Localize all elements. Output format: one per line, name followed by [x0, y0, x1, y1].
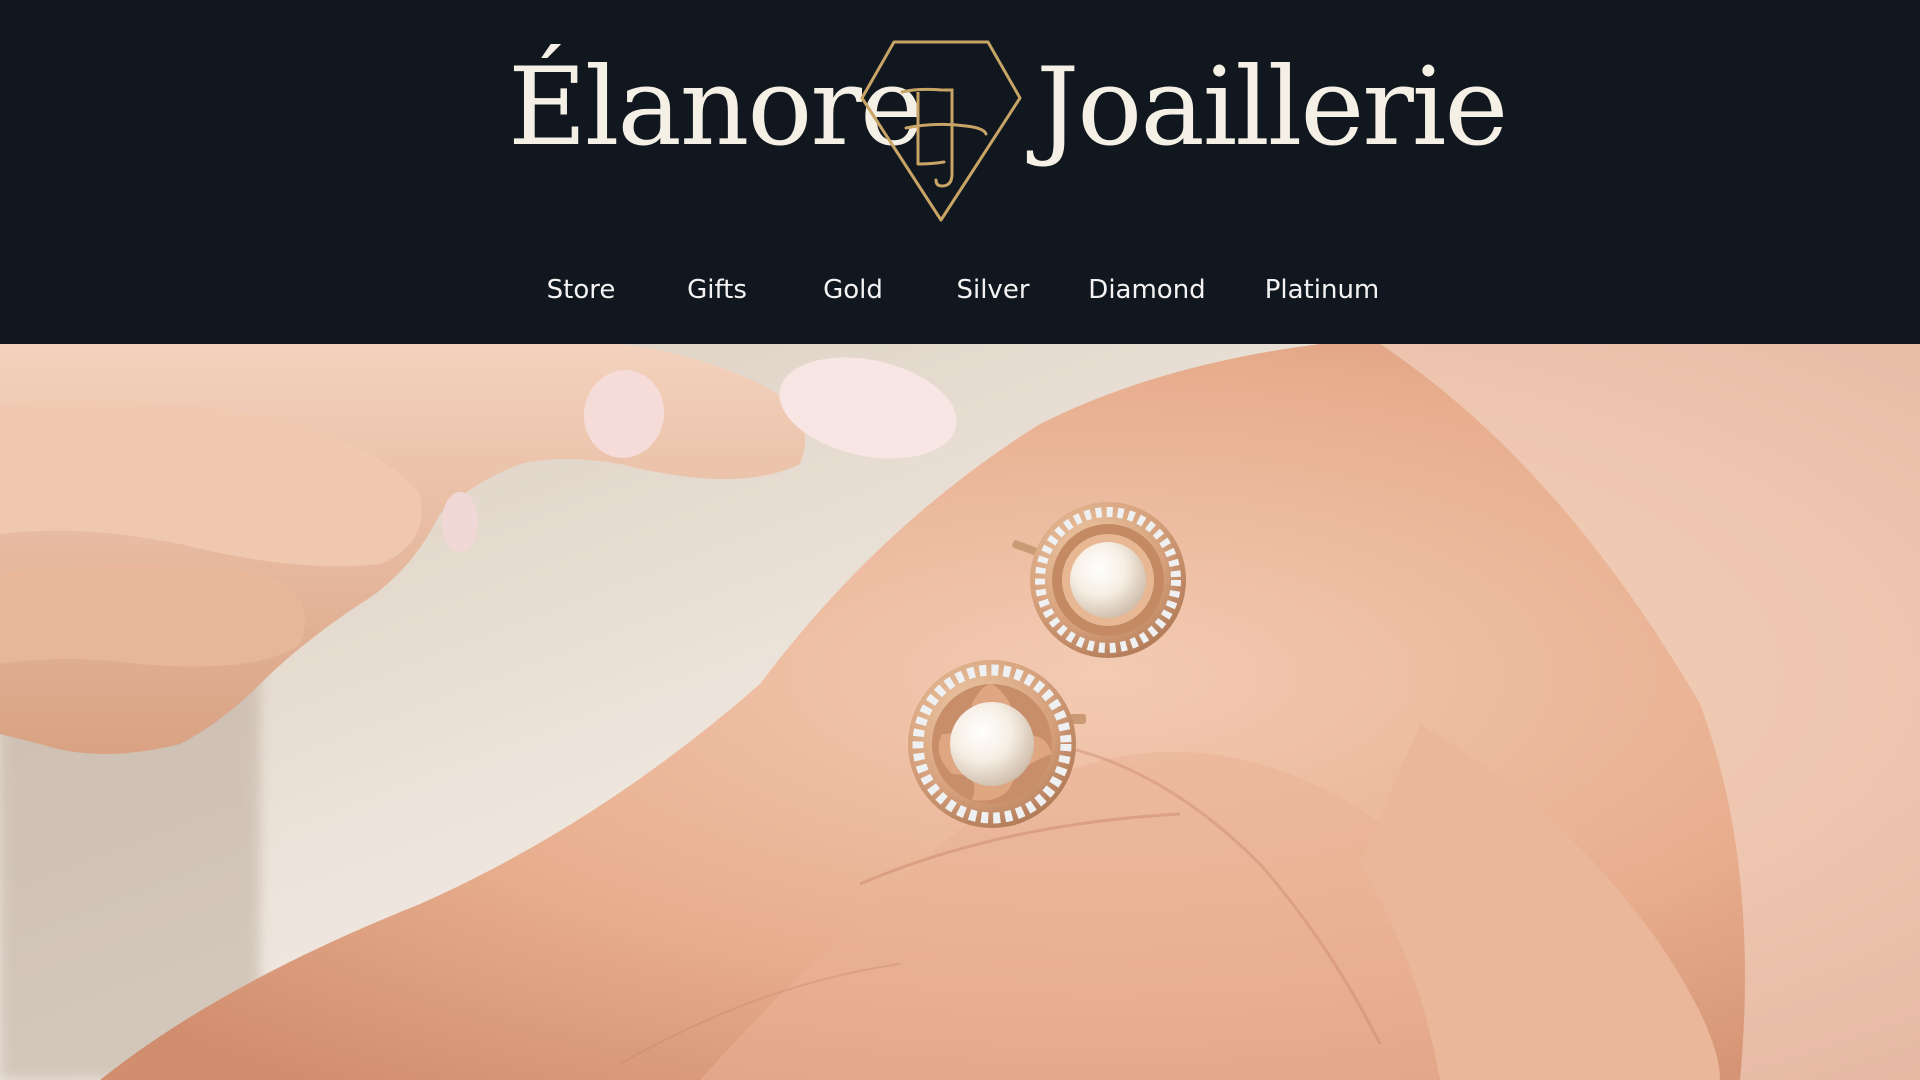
brand-logo[interactable]: Élanore Joaillerie [0, 0, 1920, 240]
nav-item-gifts[interactable]: Gifts [687, 270, 747, 310]
brand-name-right: Joaillerie [1036, 45, 1508, 170]
pearl-earrings-in-hand-image [0, 344, 1920, 1080]
hero-banner [0, 344, 1920, 1080]
main-nav: Store Gifts Gold Silver Diamond Platinum [0, 270, 1920, 310]
nav-item-platinum[interactable]: Platinum [1265, 270, 1380, 310]
nav-item-gold[interactable]: Gold [823, 270, 883, 310]
site-header: Élanore Joaillerie Store Gifts Gold Silv… [0, 0, 1920, 344]
nav-item-diamond[interactable]: Diamond [1088, 270, 1205, 310]
nav-item-store[interactable]: Store [547, 270, 616, 310]
diamond-monogram-icon [860, 40, 1022, 222]
nav-item-silver[interactable]: Silver [956, 270, 1029, 310]
